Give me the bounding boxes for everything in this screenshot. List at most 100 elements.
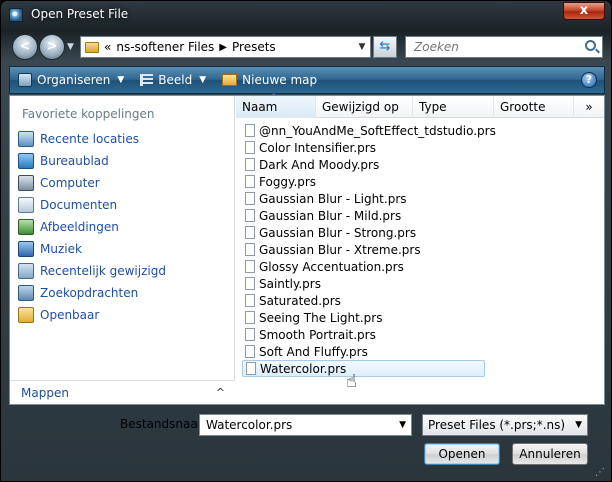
sidebar-item-searches[interactable]: Zoekopdrachten <box>10 282 235 304</box>
app-icon <box>9 8 23 22</box>
list-item[interactable]: Saintly.prs <box>242 275 488 292</box>
sidebar-item-desktop[interactable]: Bureaublad <box>10 150 235 172</box>
open-button[interactable]: Openen <box>424 443 500 465</box>
list-item[interactable]: Glossy Accentuation.prs <box>242 258 488 275</box>
forward-button[interactable]: > <box>39 34 65 60</box>
file-name: Watercolor.prs <box>260 361 347 376</box>
new-folder-icon <box>222 74 238 86</box>
view-icon <box>140 74 154 86</box>
help-icon[interactable]: ? <box>581 72 597 88</box>
file-icon <box>245 209 255 222</box>
file-icon <box>245 277 255 290</box>
view-menu[interactable]: Beeld ▼ <box>132 67 214 93</box>
column-header-size[interactable]: Grootte <box>494 96 574 118</box>
breadcrumb-item-ns-softener-files[interactable]: ns-softener Files <box>116 40 214 54</box>
refresh-icon: ⇆ <box>379 39 391 54</box>
dialog-window: Open Preset File x < > ▼ « ns-softener F… <box>0 0 612 482</box>
chevron-down-icon[interactable]: ▼ <box>399 420 406 430</box>
breadcrumb-separator-icon[interactable]: ▶ <box>219 42 227 53</box>
sidebar-item-label: Openbaar <box>40 308 100 322</box>
filename-input[interactable] <box>204 417 394 433</box>
list-item[interactable]: Color Intensifier.prs <box>242 139 488 156</box>
list-item[interactable]: Foggy.prs <box>242 173 488 190</box>
column-header-date[interactable]: Gewijzigd op <box>316 96 413 118</box>
file-name: @nn_YouAndMe_SoftEffect_tdstudio.prs <box>259 123 496 138</box>
recent-places-icon <box>18 131 34 147</box>
browser-pane: Favoriete koppelingen Recente locaties B… <box>9 87 605 405</box>
organize-menu[interactable]: Organiseren ▼ <box>10 67 132 93</box>
file-name: Seeing The Light.prs <box>259 310 383 325</box>
resize-grip-icon[interactable]: ⋰ <box>595 467 605 478</box>
breadcrumb-item-presets[interactable]: Presets <box>232 40 276 54</box>
folders-toggle[interactable]: Mappen ^ <box>10 380 235 404</box>
filename-combo[interactable]: ▼ <box>199 414 412 436</box>
filetype-select[interactable]: Preset Files (*.prs;*.ns) ▼ <box>422 414 588 436</box>
list-item[interactable]: Smooth Portrait.prs <box>242 326 488 343</box>
file-name: Dark And Moody.prs <box>259 157 380 172</box>
file-name: Foggy.prs <box>259 174 317 189</box>
file-name: Glossy Accentuation.prs <box>259 259 404 274</box>
list-item[interactable]: Gaussian Blur - Strong.prs <box>242 224 488 241</box>
list-item[interactable]: Gaussian Blur - Light.prs <box>242 190 488 207</box>
list-item[interactable]: Seeing The Light.prs <box>242 309 488 326</box>
search-input[interactable] <box>412 39 572 55</box>
title-bar[interactable]: Open Preset File x <box>1 1 611 29</box>
pictures-icon <box>18 219 34 235</box>
list-item[interactable]: Saturated.prs <box>242 292 488 309</box>
command-toolbar: Organiseren ▼ Beeld ▼ Nieuwe map ? <box>9 66 605 94</box>
file-icon <box>245 294 255 307</box>
sidebar-item-recently-changed[interactable]: Recentelijk gewijzigd <box>10 260 235 282</box>
folder-icon <box>85 41 99 53</box>
list-item[interactable]: Soft And Fluffy.prs <box>242 343 488 360</box>
new-folder-label: Nieuwe map <box>242 73 318 87</box>
computer-icon <box>18 175 34 191</box>
column-header-type[interactable]: Type <box>413 96 494 118</box>
list-item[interactable]: Gaussian Blur - Xtreme.prs <box>242 241 488 258</box>
filetype-value: Preset Files (*.prs;*.ns) <box>428 418 566 432</box>
sidebar-item-label: Documenten <box>40 198 118 212</box>
file-name: Soft And Fluffy.prs <box>259 344 368 359</box>
back-button[interactable]: < <box>12 34 38 60</box>
list-item[interactable]: Gaussian Blur - Mild.prs <box>242 207 488 224</box>
file-list-pane: Naam Gewijzigd op Type Grootte » @nn_You… <box>236 87 604 404</box>
desktop-icon <box>18 153 34 169</box>
file-name: Saturated.prs <box>259 293 341 308</box>
breadcrumb[interactable]: « ns-softener Files ▶ Presets ▼ <box>80 36 371 58</box>
sidebar-item-public[interactable]: Openbaar <box>10 304 235 326</box>
documents-icon <box>18 197 34 213</box>
list-item[interactable]: Dark And Moody.prs <box>242 156 488 173</box>
public-folder-icon <box>18 307 34 323</box>
sidebar-item-label: Recente locaties <box>40 132 139 146</box>
list-item[interactable]: @nn_YouAndMe_SoftEffect_tdstudio.prs <box>242 122 496 139</box>
file-name: Gaussian Blur - Light.prs <box>259 191 407 206</box>
file-icon <box>245 158 255 171</box>
search-box[interactable] <box>405 36 603 58</box>
more-columns-button[interactable]: » <box>574 96 604 118</box>
chevron-down-icon: ▼ <box>199 75 207 85</box>
sidebar-item-recent-places[interactable]: Recente locaties <box>10 128 235 150</box>
sidebar-item-label: Recentelijk gewijzigd <box>40 264 166 278</box>
sidebar-item-label: Zoekopdrachten <box>40 286 139 300</box>
refresh-button[interactable]: ⇆ <box>373 36 397 58</box>
window-title: Open Preset File <box>31 7 129 21</box>
sidebar-item-computer[interactable]: Computer <box>10 172 235 194</box>
search-icon[interactable] <box>585 40 596 51</box>
file-name: Smooth Portrait.prs <box>259 327 376 342</box>
column-header-name[interactable]: Naam <box>236 87 316 118</box>
breadcrumb-overflow[interactable]: « <box>104 40 111 54</box>
navigation-pane: Favoriete koppelingen Recente locaties B… <box>10 96 235 404</box>
list-item-selected[interactable]: Watercolor.prs <box>242 360 485 377</box>
file-icon <box>245 226 255 239</box>
chevron-up-icon: ^ <box>215 386 225 399</box>
music-icon <box>18 241 34 257</box>
sidebar-item-pictures[interactable]: Afbeeldingen <box>10 216 235 238</box>
favorites-title: Favoriete koppelingen <box>22 107 155 121</box>
address-dropdown-icon[interactable]: ▼ <box>354 42 370 52</box>
sidebar-item-label: Computer <box>40 176 100 190</box>
sidebar-item-music[interactable]: Muziek <box>10 238 235 260</box>
sidebar-item-label: Bureaublad <box>40 154 109 168</box>
recent-pages-dropdown-icon[interactable]: ▼ <box>67 42 74 52</box>
cancel-button[interactable]: Annuleren <box>512 443 588 465</box>
sidebar-item-documents[interactable]: Documenten <box>10 194 235 216</box>
close-button[interactable]: x <box>563 2 605 20</box>
